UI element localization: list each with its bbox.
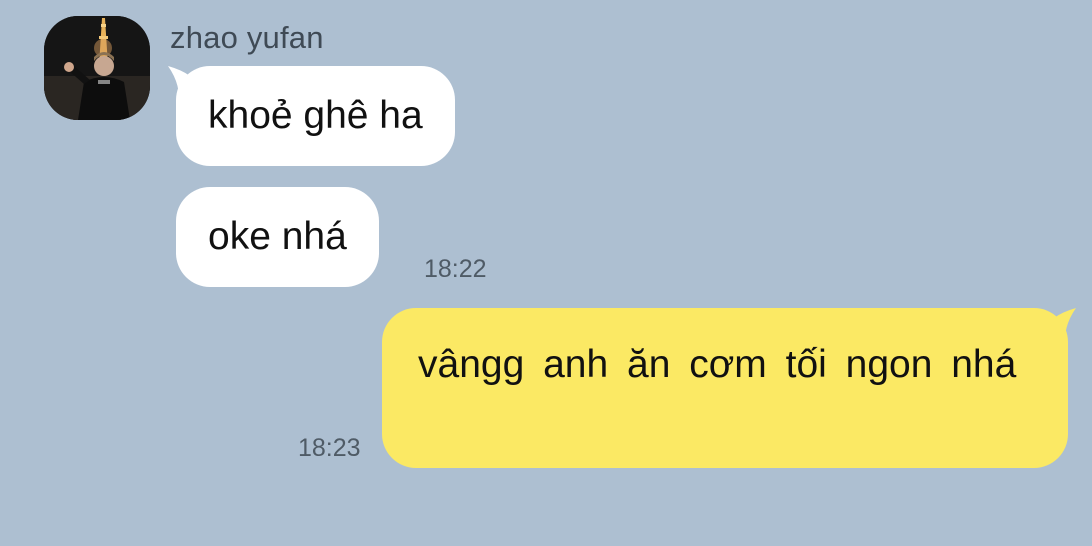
message-text: khoẻ ghê ha xyxy=(208,94,423,137)
sender-name: zhao yufan xyxy=(170,20,324,55)
profile-photo-icon xyxy=(44,16,150,120)
sender-avatar[interactable] xyxy=(44,16,150,120)
message-timestamp: 18:22 xyxy=(424,255,487,283)
incoming-message-bubble[interactable]: khoẻ ghê ha xyxy=(176,66,455,166)
message-text: oke nhá xyxy=(208,215,347,258)
chat-view: zhao yufan khoẻ ghê ha oke nhá 18:22 18:… xyxy=(0,0,1092,546)
message-text: vângg anh ăn cơm tối ngon nhá xyxy=(418,343,1017,386)
outgoing-message-bubble[interactable]: vângg anh ăn cơm tối ngon nhá xyxy=(382,308,1068,468)
incoming-message-bubble[interactable]: oke nhá xyxy=(176,187,379,287)
message-timestamp: 18:23 xyxy=(298,434,361,462)
